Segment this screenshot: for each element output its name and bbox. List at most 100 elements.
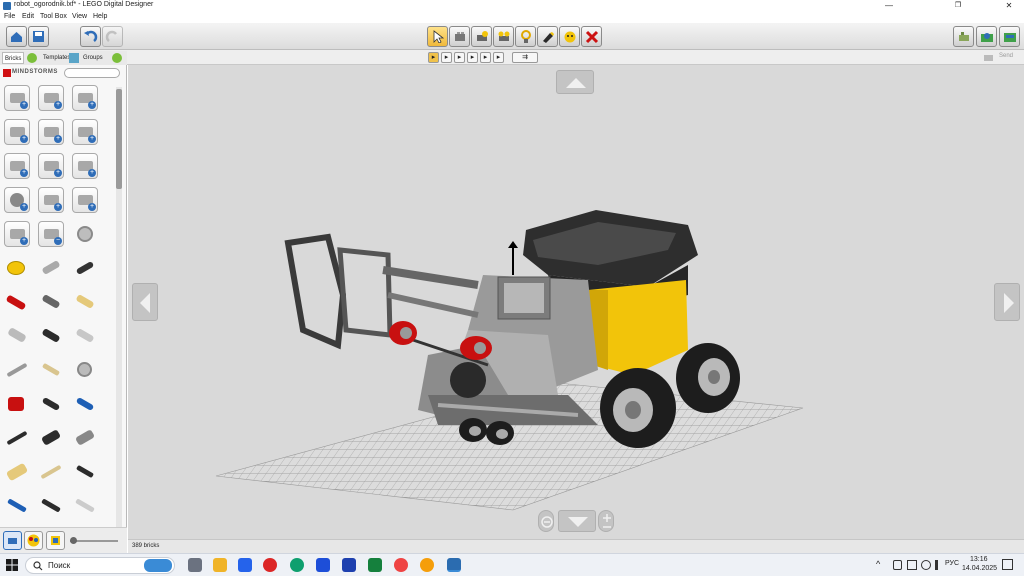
- browser-app-icon[interactable]: [263, 558, 277, 572]
- store-icon[interactable]: [238, 558, 252, 572]
- menu-edit[interactable]: Edit: [22, 13, 34, 20]
- decoration-filter-button[interactable]: [46, 531, 65, 550]
- battery-icon[interactable]: [893, 560, 902, 570]
- brick-category-cell[interactable]: +: [38, 119, 64, 145]
- chevron-up-icon[interactable]: ^: [876, 559, 880, 569]
- notifications-icon[interactable]: [1002, 559, 1013, 570]
- clock-time[interactable]: 13:16: [970, 556, 988, 563]
- wifi-icon[interactable]: [921, 560, 931, 570]
- brick-part[interactable]: [38, 325, 64, 347]
- flex-tool-button[interactable]: [515, 26, 536, 47]
- brick-part[interactable]: [72, 223, 98, 245]
- brick-part[interactable]: [72, 427, 98, 449]
- brick-category-cell[interactable]: +: [72, 85, 98, 111]
- paint-tool-button[interactable]: [537, 26, 558, 47]
- robot-model-render[interactable]: [128, 65, 1024, 539]
- brick-part[interactable]: [4, 359, 30, 381]
- brick-category-cell[interactable]: +: [38, 153, 64, 179]
- yandex-icon[interactable]: [394, 558, 408, 572]
- view-mode-button[interactable]: [976, 26, 997, 47]
- brick-part[interactable]: [38, 291, 64, 313]
- color-select-button[interactable]: ▸: [454, 52, 465, 63]
- start-button[interactable]: [5, 558, 19, 572]
- edge-icon[interactable]: [290, 558, 304, 572]
- redo-button[interactable]: [102, 26, 123, 47]
- grouping-button[interactable]: ⇉: [512, 52, 538, 63]
- tab-templates[interactable]: Templates: [41, 52, 72, 64]
- maximize-button[interactable]: ❐: [943, 0, 973, 12]
- connected-select-button[interactable]: ▸: [441, 52, 452, 63]
- brick-search-input[interactable]: [64, 68, 120, 78]
- menu-toolbox[interactable]: Tool Box: [40, 13, 67, 20]
- brick-category-cell[interactable]: +: [4, 85, 30, 111]
- brick-part[interactable]: [38, 427, 64, 449]
- task-view-icon[interactable]: [188, 558, 202, 572]
- hinge-tool-button[interactable]: [471, 26, 492, 47]
- brick-category-cell[interactable]: +: [38, 85, 64, 111]
- hinge-align-tool-button[interactable]: [493, 26, 514, 47]
- menu-help[interactable]: Help: [93, 13, 107, 20]
- brick-category-cell[interactable]: +: [38, 187, 64, 213]
- close-button[interactable]: ✕: [994, 0, 1024, 12]
- brick-part[interactable]: [72, 325, 98, 347]
- single-select-button[interactable]: ▸: [428, 52, 439, 63]
- brick-part[interactable]: [4, 325, 30, 347]
- network-icon[interactable]: [907, 560, 917, 570]
- zoom-slider-handle[interactable]: [70, 537, 77, 544]
- zoom-slider-track[interactable]: [70, 540, 118, 542]
- outlook-icon[interactable]: [316, 558, 330, 572]
- tab-groups[interactable]: Groups: [81, 52, 105, 64]
- send-button[interactable]: Send: [999, 53, 1013, 59]
- brick-part[interactable]: [4, 257, 30, 279]
- brick-category-cell[interactable]: +: [4, 187, 30, 213]
- brick-category-cell[interactable]: −: [38, 221, 64, 247]
- invert-select-button[interactable]: ▸: [493, 52, 504, 63]
- menu-view[interactable]: View: [72, 13, 87, 20]
- color-shape-select-button[interactable]: ▸: [480, 52, 491, 63]
- brick-category-cell[interactable]: +: [72, 187, 98, 213]
- brick-part[interactable]: [72, 495, 98, 517]
- brick-part[interactable]: [72, 257, 98, 279]
- brick-category-cell[interactable]: +: [4, 221, 30, 247]
- brick-part[interactable]: [72, 393, 98, 415]
- brick-category-cell[interactable]: +: [72, 119, 98, 145]
- undo-button[interactable]: [80, 26, 101, 47]
- building-guide-button[interactable]: [999, 26, 1020, 47]
- brick-part[interactable]: [38, 495, 64, 517]
- build-mode-button[interactable]: [953, 26, 974, 47]
- file-explorer-icon[interactable]: [213, 558, 227, 572]
- brick-part[interactable]: [4, 427, 30, 449]
- brick-part[interactable]: [4, 393, 30, 415]
- menu-file[interactable]: File: [4, 13, 15, 20]
- brick-category-cell[interactable]: +: [4, 153, 30, 179]
- brick-part[interactable]: [4, 495, 30, 517]
- hide-tool-button[interactable]: [559, 26, 580, 47]
- delete-tool-button[interactable]: [581, 26, 602, 47]
- brick-part[interactable]: [38, 461, 64, 483]
- brick-part[interactable]: [72, 359, 98, 381]
- word-icon[interactable]: [342, 558, 356, 572]
- chrome-icon[interactable]: [420, 558, 434, 572]
- brick-part[interactable]: [4, 461, 30, 483]
- 3d-viewport[interactable]: [128, 65, 1024, 539]
- brick-category-cell[interactable]: +: [72, 153, 98, 179]
- lego-digital-designer-taskbar-icon[interactable]: [447, 558, 461, 572]
- brick-part[interactable]: [4, 291, 30, 313]
- excel-icon[interactable]: [368, 558, 382, 572]
- brick-part[interactable]: [38, 393, 64, 415]
- palette-scroll-thumb[interactable]: [116, 89, 122, 189]
- tab-bricks[interactable]: Bricks: [2, 52, 25, 64]
- clock-date[interactable]: 14.04.2025: [962, 565, 997, 572]
- brick-category-cell[interactable]: +: [4, 119, 30, 145]
- volume-icon[interactable]: [935, 560, 944, 570]
- taskbar-search-box[interactable]: Поиск: [25, 557, 175, 574]
- minimize-button[interactable]: —: [874, 0, 904, 12]
- brick-part[interactable]: [38, 257, 64, 279]
- shape-select-button[interactable]: ▸: [467, 52, 478, 63]
- palette-scrollbar[interactable]: [116, 87, 122, 527]
- view-style-button[interactable]: [3, 531, 22, 550]
- select-tool-button[interactable]: [427, 26, 448, 47]
- brick-part[interactable]: [72, 461, 98, 483]
- home-button[interactable]: [6, 26, 27, 47]
- brick-part[interactable]: [72, 291, 98, 313]
